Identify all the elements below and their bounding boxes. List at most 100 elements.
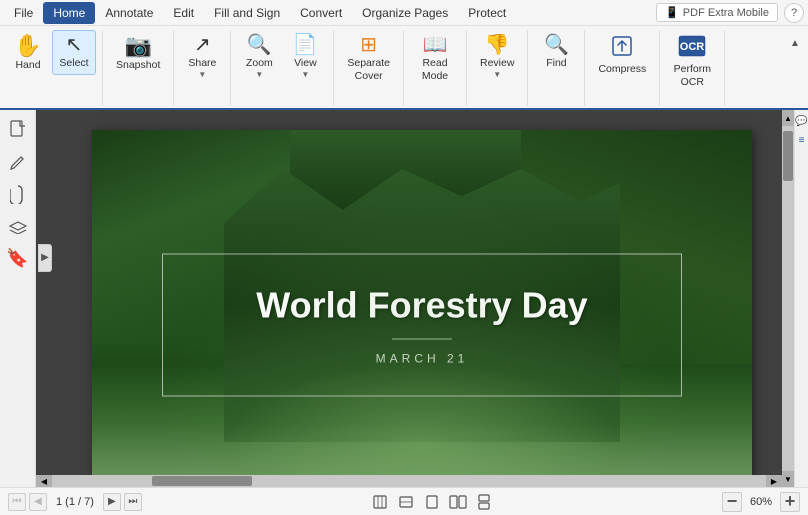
menu-protect[interactable]: Protect: [458, 2, 516, 24]
select-icon: ↖: [66, 35, 83, 55]
view-label: View: [294, 57, 317, 70]
menu-fill-sign[interactable]: Fill and Sign: [204, 2, 290, 24]
ribbon-group-review: 👎 Review ▼: [473, 30, 528, 106]
ribbon-group-compress: Compress: [591, 30, 660, 106]
forest-overlay: [92, 130, 752, 487]
sidebar-attach-icon[interactable]: [4, 180, 32, 208]
fit-page-icon[interactable]: [369, 492, 391, 512]
find-button[interactable]: 🔍 Find: [534, 30, 578, 75]
hand-label: Hand: [15, 59, 40, 72]
menu-bar: File Home Annotate Edit Fill and Sign Co…: [0, 0, 808, 26]
scrolling-page-icon[interactable]: [473, 492, 495, 512]
last-page-button[interactable]: ⏭: [124, 493, 142, 511]
status-bar: ⏮ ◀ 1 (1 / 7) ▶ ⏭ − 60% +: [0, 487, 808, 515]
svg-text:OCR: OCR: [680, 41, 705, 53]
review-icon: 👎: [485, 35, 510, 55]
ribbon-group-ocr: OCR Perform OCR: [666, 30, 725, 106]
left-sidebar: 🔖: [0, 110, 36, 487]
zoom-out-button[interactable]: −: [722, 492, 742, 512]
menu-home[interactable]: Home: [43, 2, 95, 24]
read-mode-button[interactable]: 📖 Read Mode: [410, 30, 460, 87]
zoom-level: 60%: [746, 496, 776, 508]
hand-icon: ✋: [14, 35, 41, 57]
main-area: 🔖 ▶ ▲ ▼ 💬 ≡: [0, 110, 808, 487]
menu-annotate[interactable]: Annotate: [95, 2, 163, 24]
sidebar-new-icon[interactable]: [4, 116, 32, 144]
read-mode-label: Read Mode: [422, 57, 448, 82]
scroll-down-button[interactable]: ▼: [782, 471, 794, 487]
zoom-label: Zoom: [246, 57, 273, 70]
sidebar-edit-icon[interactable]: [4, 148, 32, 176]
separate-cover-label: Separate Cover: [347, 57, 390, 82]
sidebar-bookmark-icon[interactable]: 🔖: [4, 244, 32, 272]
zoom-controls: − 60% +: [722, 492, 800, 512]
select-button[interactable]: ↖ Select: [52, 30, 96, 75]
zoom-icon: 🔍: [247, 35, 272, 55]
ribbon-group-snapshot: 📷 Snapshot: [109, 30, 174, 106]
review-button[interactable]: 👎 Review ▼: [473, 30, 521, 84]
snapshot-button[interactable]: 📷 Snapshot: [109, 30, 167, 77]
pdf-viewer: ▲ ▼ 💬 ≡: [36, 110, 808, 487]
view-button[interactable]: 📄 View ▼: [283, 30, 327, 84]
hand-button[interactable]: ✋ Hand: [6, 30, 50, 77]
menu-convert[interactable]: Convert: [290, 2, 352, 24]
share-arrow-icon: ▼: [198, 70, 206, 79]
ribbon-group-share: ↗ Share ▼: [180, 30, 231, 106]
perform-ocr-button[interactable]: OCR Perform OCR: [666, 30, 718, 93]
fit-width-icon[interactable]: [395, 492, 417, 512]
collapse-ribbon-button[interactable]: ▲: [788, 34, 802, 52]
compress-button[interactable]: Compress: [591, 30, 653, 81]
help-button[interactable]: ?: [784, 3, 804, 23]
ribbon-group-find: 🔍 Find: [534, 30, 585, 106]
scroll-thumb[interactable]: [783, 131, 793, 181]
perform-ocr-label: Perform OCR: [674, 63, 711, 88]
scroll-up-button[interactable]: ▲: [782, 110, 794, 126]
ribbon-group-cursor: ✋ Hand ↖ Select: [6, 30, 103, 106]
zoom-in-button[interactable]: +: [780, 492, 800, 512]
separate-cover-icon: ⊞: [360, 35, 377, 55]
snapshot-label: Snapshot: [116, 59, 160, 72]
review-label: Review: [480, 57, 514, 70]
find-label: Find: [546, 57, 566, 70]
next-page-button[interactable]: ▶: [103, 493, 121, 511]
scroll-left-button[interactable]: ◀: [36, 475, 52, 487]
page-navigation: ⏮ ◀ 1 (1 / 7) ▶ ⏭: [8, 493, 142, 511]
share-label: Share: [188, 57, 216, 70]
ribbon-buttons-cursor: ✋ Hand ↖ Select: [6, 30, 96, 106]
scroll-right-button[interactable]: ▶: [766, 475, 782, 487]
sidebar-collapse-button[interactable]: ▶: [38, 244, 52, 272]
menu-organize[interactable]: Organize Pages: [352, 2, 458, 24]
zoom-button[interactable]: 🔍 Zoom ▼: [237, 30, 281, 84]
share-button[interactable]: ↗ Share ▼: [180, 30, 224, 84]
ribbon-buttons-snapshot: 📷 Snapshot: [109, 30, 167, 106]
pdf-scroll-area[interactable]: World Forestry Day MARCH 21: [36, 110, 808, 487]
ribbon-buttons-zoom-view: 🔍 Zoom ▼ 📄 View ▼: [237, 30, 327, 106]
forest-background: World Forestry Day MARCH 21: [92, 130, 752, 487]
two-page-icon[interactable]: [447, 492, 469, 512]
view-arrow-icon: ▼: [301, 70, 309, 79]
compress-icon: [611, 35, 633, 61]
select-label: Select: [59, 57, 88, 70]
compress-label: Compress: [598, 63, 646, 76]
h-scroll-thumb[interactable]: [152, 476, 252, 486]
ribbon-buttons-share: ↗ Share ▼: [180, 30, 224, 106]
ribbon: ✋ Hand ↖ Select 📷 Snapshot ↗ Share ▼: [0, 26, 808, 110]
status-view-icons: [369, 492, 495, 512]
ribbon-group-read-mode: 📖 Read Mode: [410, 30, 467, 106]
zoom-arrow-icon: ▼: [255, 70, 263, 79]
pdf-extra-mobile-button[interactable]: 📱 PDF Extra Mobile: [656, 3, 778, 22]
prev-page-button[interactable]: ◀: [29, 493, 47, 511]
menu-file[interactable]: File: [4, 2, 43, 24]
page-indicator: 1 (1 / 7): [50, 496, 100, 508]
single-page-icon[interactable]: [421, 492, 443, 512]
share-icon: ↗: [194, 35, 211, 55]
first-page-button[interactable]: ⏮: [8, 493, 26, 511]
read-mode-icon: 📖: [423, 35, 448, 55]
ribbon-group-separate-cover: ⊞ Separate Cover: [340, 30, 404, 106]
vertical-scrollbar[interactable]: ▲ ▼: [782, 110, 794, 487]
menu-edit[interactable]: Edit: [163, 2, 204, 24]
sidebar-layers-icon[interactable]: [4, 212, 32, 240]
horizontal-scrollbar[interactable]: ◀ ▶: [36, 475, 782, 487]
review-arrow-icon: ▼: [493, 70, 501, 79]
separate-cover-button[interactable]: ⊞ Separate Cover: [340, 30, 397, 87]
